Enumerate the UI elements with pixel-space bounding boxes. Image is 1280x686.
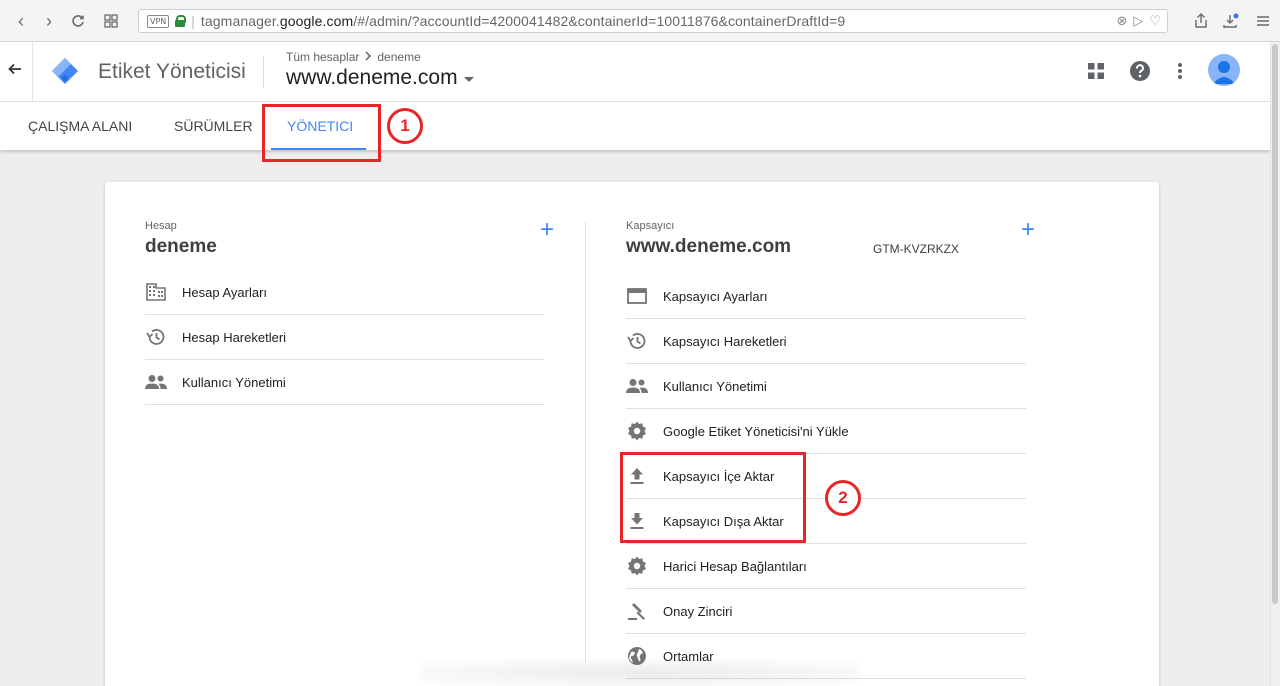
url-text[interactable]: tagmanager.google.com/#/admin/?accountId…	[201, 13, 845, 29]
reload-icon[interactable]	[67, 10, 89, 32]
bottom-shadow	[420, 660, 860, 686]
browser-forward-icon[interactable]: ›	[38, 10, 60, 32]
building-icon	[145, 281, 167, 303]
more-vert-icon[interactable]	[1168, 59, 1192, 83]
downloads-icon[interactable]	[1220, 10, 1242, 32]
clear-icon[interactable]: ⊗	[1116, 13, 1127, 29]
chevron-right-icon	[364, 50, 372, 64]
lock-icon[interactable]	[175, 15, 187, 27]
tab-workspace[interactable]: ÇALIŞMA ALANI	[28, 102, 132, 150]
column-divider	[585, 222, 586, 662]
header-divider	[32, 42, 33, 102]
approval-chain-row[interactable]: Onay Zinciri	[626, 589, 1026, 634]
breadcrumb: Tüm hesaplar deneme	[286, 50, 421, 64]
admin-card: Hesap deneme + Hesap Ayarları Hesap Hare…	[105, 182, 1159, 686]
history-icon	[145, 326, 167, 348]
send-icon[interactable]: ▷	[1133, 13, 1143, 29]
container-selector[interactable]: www.deneme.com	[286, 66, 474, 90]
avatar[interactable]	[1208, 54, 1240, 86]
menu-label: Hesap Hareketleri	[182, 329, 287, 345]
url-rest: /#/admin/?accountId=4200041482&container…	[353, 13, 846, 29]
install-gtm-row[interactable]: Google Etiket Yöneticisi'ni Yükle	[626, 409, 1026, 454]
header-divider	[263, 56, 264, 88]
breadcrumb-root[interactable]: Tüm hesaplar	[286, 50, 359, 64]
menu-label: Google Etiket Yöneticisi'ni Yükle	[663, 423, 849, 439]
menu-label: Hesap Ayarları	[182, 284, 268, 300]
container-activity-row[interactable]: Kapsayıcı Hareketleri	[626, 319, 1026, 364]
help-icon[interactable]	[1128, 59, 1152, 83]
container-settings-row[interactable]: Kapsayıcı Ayarları	[626, 274, 1026, 319]
caret-down-icon	[463, 77, 474, 82]
account-label: Hesap	[145, 220, 177, 232]
external-account-links-row[interactable]: Harici Hesap Bağlantıları	[626, 544, 1026, 589]
menu-label: Harici Hesap Bağlantıları	[663, 558, 807, 574]
product-name[interactable]: Etiket Yöneticisi	[98, 60, 246, 84]
address-bar[interactable]: VPN | tagmanager.google.com/#/admin/?acc…	[138, 9, 1168, 33]
add-container-plus-icon[interactable]: +	[1021, 218, 1035, 242]
speed-dial-icon[interactable]	[100, 10, 122, 32]
annotation-step-1: 1	[387, 108, 423, 144]
container-title: www.deneme.com	[286, 66, 458, 89]
url-prefix: tagmanager.	[200, 13, 280, 29]
heart-icon[interactable]: ♡	[1149, 13, 1161, 29]
account-name: deneme	[145, 236, 217, 257]
url-separator: |	[191, 13, 195, 29]
account-user-management-row[interactable]: Kullanıcı Yönetimi	[145, 360, 544, 405]
vpn-badge[interactable]: VPN	[147, 14, 170, 28]
annotation-step-2: 2	[825, 480, 861, 516]
menu-label: Kullanıcı Yönetimi	[182, 374, 286, 390]
container-user-management-row[interactable]: Kullanıcı Yönetimi	[626, 364, 1026, 409]
url-domain: google.com	[279, 13, 354, 29]
menu-label: Kapsayıcı Hareketleri	[663, 333, 787, 349]
container-id: GTM-KVZRKZX	[873, 242, 959, 256]
add-account-plus-icon[interactable]: +	[540, 218, 554, 242]
gavel-icon	[626, 600, 648, 622]
tab-versions[interactable]: SÜRÜMLER	[174, 102, 253, 150]
annotation-box-import-export	[620, 452, 806, 543]
menu-label: Kapsayıcı Ayarları	[663, 288, 768, 304]
account-activity-row[interactable]: Hesap Hareketleri	[145, 315, 544, 360]
browser-back-icon[interactable]: ‹	[10, 10, 32, 32]
tab-bar: ÇALIŞMA ALANI SÜRÜMLER YÖNETICI	[0, 102, 1270, 150]
window-icon	[626, 285, 648, 307]
history-icon	[626, 330, 648, 352]
gtm-logo-icon	[50, 56, 80, 86]
account-settings-row[interactable]: Hesap Ayarları	[145, 270, 544, 315]
menu-label: Onay Zinciri	[663, 603, 733, 619]
scrollbar-thumb[interactable]	[1272, 44, 1278, 604]
people-icon	[626, 375, 648, 397]
gear-icon	[626, 555, 648, 577]
menu-lines-icon[interactable]	[1252, 10, 1274, 32]
apps-grid-icon[interactable]	[1084, 59, 1108, 83]
people-icon	[145, 371, 167, 393]
share-icon[interactable]	[1190, 10, 1212, 32]
annotation-box-admin-tab	[262, 104, 381, 162]
browser-toolbar: ‹ › VPN | tagmanager.google.com/#/admin/…	[0, 0, 1280, 42]
container-name: www.deneme.com	[626, 236, 792, 257]
back-arrow-icon[interactable]	[8, 60, 22, 81]
breadcrumb-current[interactable]: deneme	[377, 50, 420, 64]
app-header: Etiket Yöneticisi Tüm hesaplar deneme ww…	[0, 42, 1270, 102]
gear-icon	[626, 420, 648, 442]
container-label: Kapsayıcı	[626, 220, 675, 232]
menu-label: Kullanıcı Yönetimi	[663, 378, 767, 394]
